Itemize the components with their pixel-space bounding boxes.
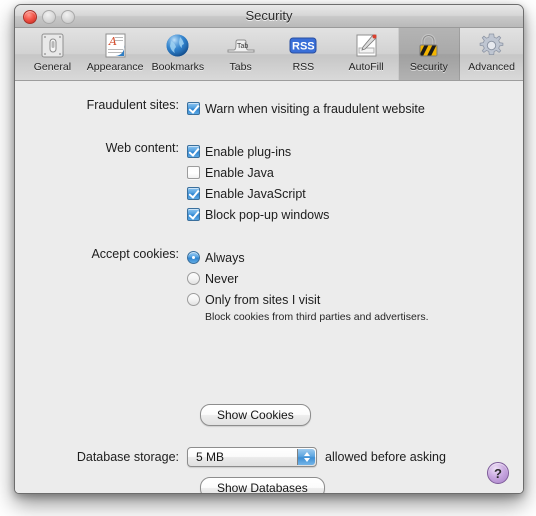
toolbar-item-bookmarks[interactable]: Bookmarks [147,28,210,80]
database-storage-suffix: allowed before asking [325,450,446,464]
enable-plugins-label: Enable plug-ins [205,144,292,159]
toolbar-item-general[interactable]: General [21,28,84,80]
help-button[interactable]: ? [487,462,509,484]
chevron-updown-icon[interactable] [297,449,315,465]
enable-plugins-checkbox[interactable] [187,145,200,158]
toolbar-item-rss-label: RSS [292,61,315,73]
tabs-icon: Tab [226,31,256,59]
database-storage-popup[interactable]: 5 MB [187,447,317,467]
toolbar-item-security-label: Security [409,61,448,73]
rss-icon: RSS [288,31,318,59]
warn-fraudulent-website-checkbox-row[interactable]: Warn when visiting a fraudulent website [187,98,425,119]
svg-text:A: A [108,35,117,48]
autofill-icon [351,31,381,59]
svg-text:Tab: Tab [237,43,248,50]
cookies-only-visited-radio-row[interactable]: Only from sites I visit [187,289,429,310]
warn-fraudulent-website-label: Warn when visiting a fraudulent website [205,101,425,116]
toolbar-item-rss[interactable]: RSS RSS [272,28,335,80]
enable-javascript-checkbox-row[interactable]: Enable JavaScript [187,183,329,204]
block-popups-label: Block pop-up windows [205,207,330,222]
fraudulent-sites-label: Fraudulent sites: [86,98,179,112]
fraudulent-sites-row: Fraudulent sites: Warn when visiting a f… [59,98,425,119]
enable-java-checkbox-row[interactable]: Enable Java [187,162,329,183]
accept-cookies-label: Accept cookies: [91,247,179,261]
appearance-icon: A [100,31,130,59]
security-lock-icon [414,31,444,59]
svg-text:RSS: RSS [292,40,315,52]
block-popups-checkbox-row[interactable]: Block pop-up windows [187,204,329,225]
web-content-row: Web content: Enable plug-ins Enable Java… [59,141,330,225]
cookies-never-label: Never [205,271,239,286]
web-content-label: Web content: [105,141,179,155]
warn-fraudulent-website-checkbox[interactable] [187,102,200,115]
toolbar-item-general-label: General [33,61,72,73]
database-storage-value: 5 MB [196,450,225,464]
bookmarks-icon [163,31,193,59]
toolbar-item-advanced-label: Advanced [468,61,515,73]
accept-cookies-row: Accept cookies: Always Never Only from s… [59,247,429,323]
enable-javascript-label: Enable JavaScript [205,186,306,201]
show-databases-button[interactable]: Show Databases [200,477,325,493]
toolbar-item-autofill[interactable]: AutoFill [335,28,398,80]
toolbar-item-security[interactable]: Security [397,28,461,80]
block-popups-checkbox[interactable] [187,208,200,221]
cookies-never-radio[interactable] [187,272,200,285]
security-settings-pane: Fraudulent sites: Warn when visiting a f… [15,81,523,493]
database-storage-row: Database storage: 5 MB allowed before as… [59,447,446,467]
enable-plugins-checkbox-row[interactable]: Enable plug-ins [187,141,329,162]
enable-javascript-checkbox[interactable] [187,187,200,200]
cookies-always-radio-row[interactable]: Always [187,247,429,268]
cookies-only-visited-label: Only from sites I visit [205,292,321,307]
show-cookies-button-wrap: Show Cookies [200,404,311,426]
cookies-note: Block cookies from third parties and adv… [205,311,429,323]
general-icon [37,31,67,59]
advanced-gear-icon [477,31,507,59]
show-cookies-button[interactable]: Show Cookies [200,404,311,426]
toolbar-item-advanced[interactable]: Advanced [460,28,523,80]
show-databases-button-wrap: Show Databases [200,477,325,493]
cookies-always-label: Always [205,250,245,265]
enable-java-label: Enable Java [205,165,274,180]
cookies-never-radio-row[interactable]: Never [187,268,429,289]
toolbar-item-appearance-label: Appearance [86,61,144,73]
toolbar-item-autofill-label: AutoFill [348,61,384,73]
toolbar-item-tabs-label: Tabs [229,61,252,73]
window-title: Security [245,8,293,23]
security-preferences-window: Security General A Appearance Bookmarks … [14,4,524,494]
preferences-toolbar: General A Appearance Bookmarks Tab Tabs … [15,28,523,81]
window-title-bar[interactable]: Security [15,5,523,28]
toolbar-item-tabs[interactable]: Tab Tabs [209,28,272,80]
cookies-always-radio[interactable] [187,251,200,264]
database-storage-label: Database storage: [76,450,179,464]
toolbar-item-appearance[interactable]: A Appearance [84,28,147,80]
cookies-only-visited-radio[interactable] [187,293,200,306]
enable-java-checkbox[interactable] [187,166,200,179]
toolbar-item-bookmarks-label: Bookmarks [151,61,205,73]
